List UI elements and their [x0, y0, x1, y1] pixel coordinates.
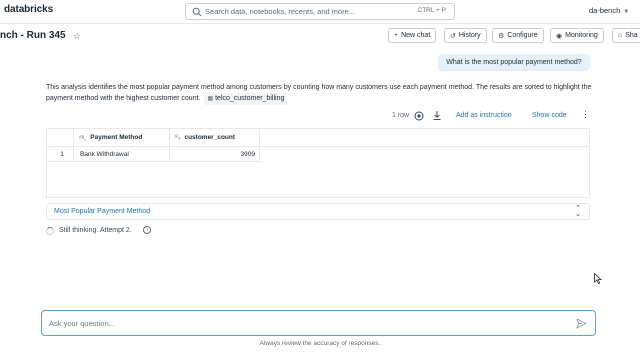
databricks-logo[interactable]: databricks: [4, 4, 53, 15]
table-cell-customer-count[interactable]: 3909: [169, 147, 259, 162]
add-as-instruction-link[interactable]: Add as instruction: [456, 112, 512, 119]
table-reference-chip[interactable]: ▦ telco_customer_billing: [204, 93, 288, 105]
loading-spinner-icon: [46, 227, 54, 235]
lock-icon: ⌂: [618, 32, 623, 39]
table-cell-payment-method[interactable]: Bank Withdrawal: [73, 147, 169, 162]
accordion-label: Most Popular Payment Method: [54, 208, 151, 215]
search-icon: [192, 7, 202, 17]
history-icon: ↺: [450, 32, 456, 40]
row-count: 1 row: [392, 112, 410, 119]
page-title: nch - Run 345: [0, 30, 66, 41]
expand-collapse-icon: ⌃ ⌄: [575, 205, 581, 218]
question-input[interactable]: Ask your question...: [41, 310, 596, 336]
column-divider: [169, 129, 170, 162]
visualization-accordion[interactable]: Most Popular Payment Method ⌃ ⌄: [46, 203, 590, 220]
more-options-icon[interactable]: ⋮: [581, 110, 590, 119]
header-filler: [259, 129, 589, 147]
search-placeholder: Search data, notebooks, recents, and mor…: [205, 7, 356, 16]
user-message: What is the most popular payment method?: [438, 54, 590, 71]
download-icon[interactable]: [432, 110, 442, 121]
plus-icon: +: [394, 32, 399, 39]
history-button[interactable]: ↺ History: [444, 28, 487, 43]
view-toggle-icon[interactable]: [414, 111, 424, 121]
new-chat-button[interactable]: + New chat: [388, 28, 437, 43]
share-button[interactable]: ⌂ Sha: [612, 28, 640, 43]
question-placeholder: Ask your question...: [49, 319, 115, 328]
answer-description: This analysis identifies the most popula…: [46, 82, 594, 105]
configure-button[interactable]: ⚙ Configure: [492, 28, 544, 43]
column-divider: [73, 129, 74, 162]
table-icon: ▦: [207, 96, 214, 102]
user-menu[interactable]: da-bench ▼: [589, 6, 629, 15]
info-icon[interactable]: i: [143, 226, 151, 234]
index-header: [47, 129, 73, 147]
star-icon[interactable]: ☆: [73, 31, 81, 42]
top-bar: databricks Search data, notebooks, recen…: [0, 0, 640, 24]
mouse-cursor-icon: [594, 273, 602, 284]
number-type-icon: ¹²₃: [174, 134, 181, 141]
row-index: 1: [47, 147, 73, 162]
monitoring-button[interactable]: ◉ Monitoring: [550, 28, 604, 43]
gear-icon: ⚙: [498, 32, 505, 40]
user-name: da-bench: [589, 6, 621, 15]
thinking-status: Still thinking. Attempt 2.: [59, 227, 132, 234]
result-table: ᴬᴮ꜀ Payment Method ¹²₃ customer_count 1 Ba…: [46, 128, 590, 198]
search-shortcut: CTRL + P: [417, 7, 446, 14]
global-search[interactable]: Search data, notebooks, recents, and mor…: [185, 3, 455, 20]
eye-icon: ◉: [556, 32, 563, 40]
show-code-link[interactable]: Show code: [532, 112, 567, 119]
chevron-down-icon: ▼: [623, 9, 630, 15]
accuracy-disclaimer: Always review the accuracy of responses.: [259, 340, 381, 347]
column-header-payment-method[interactable]: ᴬᴮ꜀ Payment Method: [73, 129, 169, 147]
column-divider: [259, 129, 260, 162]
send-icon[interactable]: [576, 318, 587, 329]
text-type-icon: ᴬᴮ꜀: [79, 135, 87, 142]
column-header-customer-count[interactable]: ¹²₃ customer_count: [169, 129, 259, 147]
